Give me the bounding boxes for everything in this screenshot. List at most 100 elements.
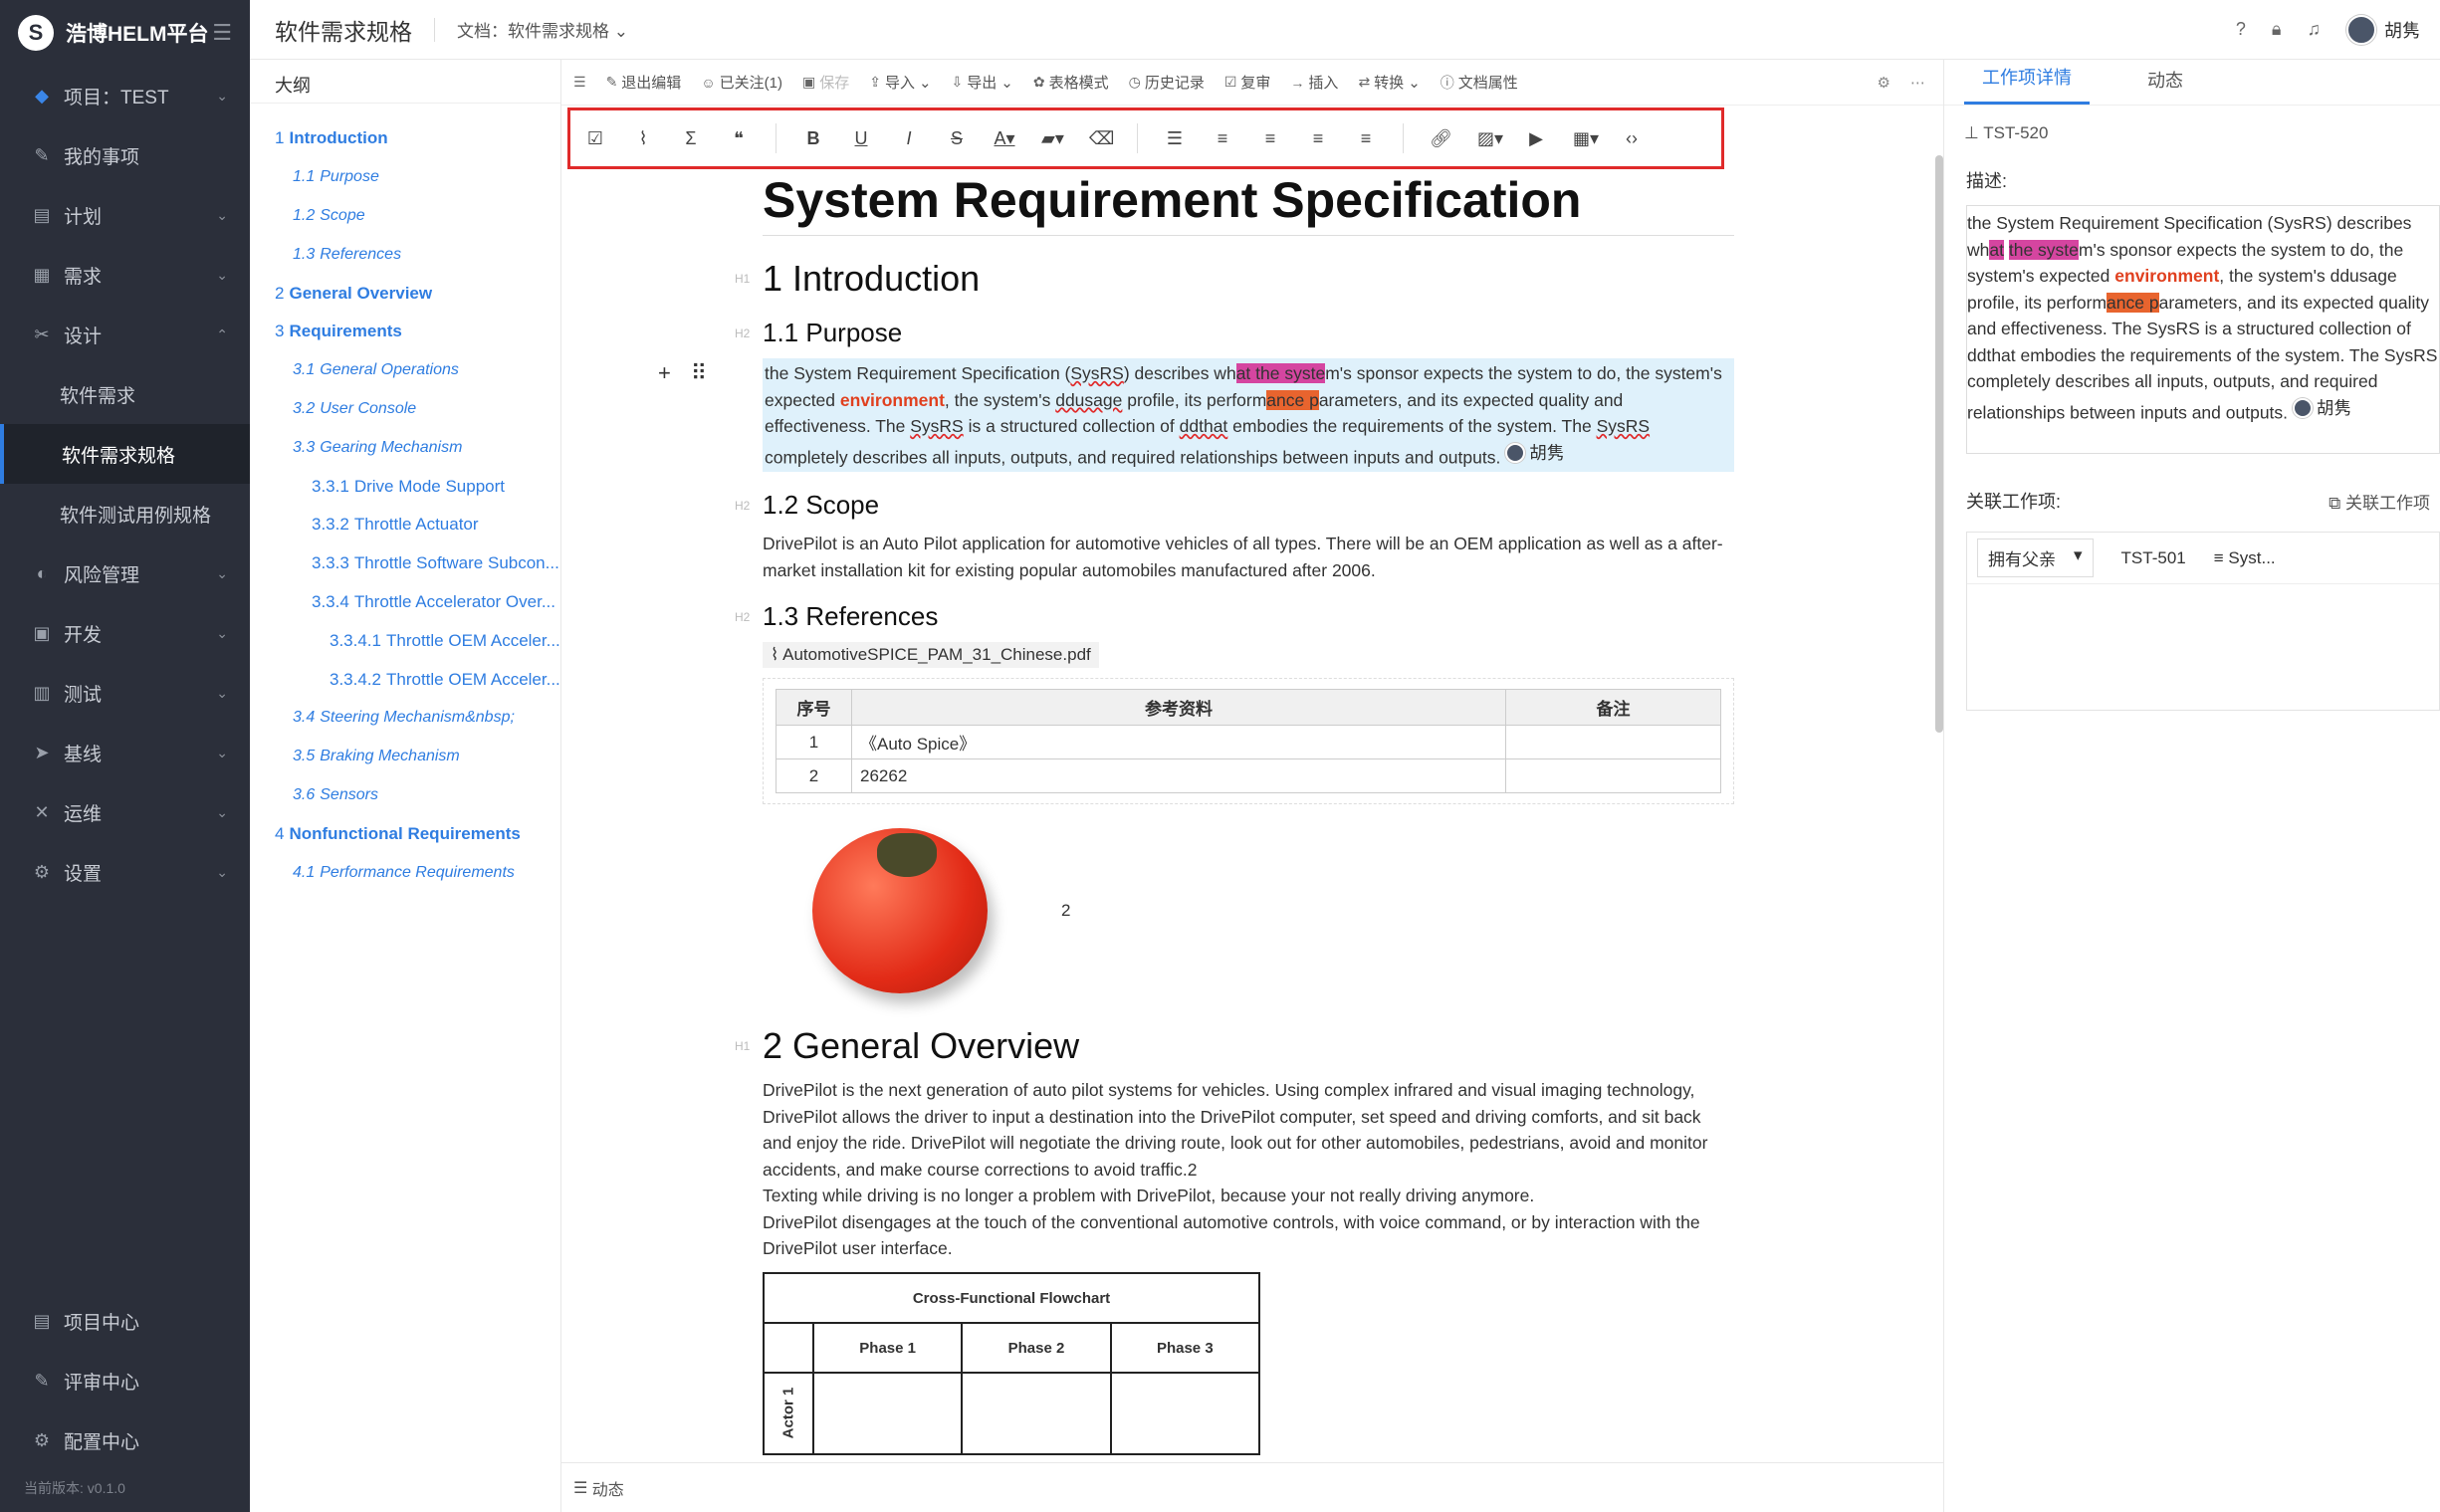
nav-ops[interactable]: ✕ 运维 ⌄ <box>0 782 250 842</box>
bold-icon[interactable]: B <box>802 128 824 149</box>
table-cell[interactable]: 26262 <box>851 758 1506 794</box>
nav-dev[interactable]: ▣ 开发 ⌄ <box>0 603 250 663</box>
review-button[interactable]: ☑ 复审 <box>1224 72 1271 93</box>
tab-work-item-details[interactable]: 工作项详情 <box>1964 64 2090 105</box>
overview-paragraph[interactable]: DrivePilot is the next generation of aut… <box>763 1077 1734 1262</box>
video-icon[interactable]: ▶ <box>1525 128 1547 149</box>
list-item[interactable]: 拥有父亲 ▾ TST-501 ≡ Syst... <box>1967 533 2439 584</box>
relation-type-select[interactable]: 拥有父亲 ▾ <box>1977 539 2094 577</box>
attachment-icon[interactable]: ⌇ <box>632 128 654 149</box>
nav-settings[interactable]: ⚙ 设置 ⌄ <box>0 842 250 902</box>
nav-sub-software-test-spec[interactable]: 软件测试用例规格 <box>0 484 250 543</box>
outline-item[interactable]: 3.2 User Console <box>250 390 560 429</box>
add-block-icon[interactable]: + <box>658 360 671 387</box>
outline-item[interactable]: 3.1 General Operations <box>250 351 560 390</box>
convert-button[interactable]: ⇄ 转换 ⌄ <box>1358 72 1420 93</box>
nav-risk[interactable]: ◐ 风险管理 ⌄ <box>0 543 250 603</box>
history-button[interactable]: ◷ 历史记录 <box>1129 72 1205 93</box>
table-mode-button[interactable]: ✿ 表格模式 <box>1033 72 1109 93</box>
nav-my-items[interactable]: ✎ 我的事项 <box>0 125 250 185</box>
doc-props-button[interactable]: ⓘ 文档属性 <box>1441 72 1518 93</box>
nav-project-center[interactable]: ▤ 项目中心 <box>0 1291 250 1351</box>
activity-footer[interactable]: ☰ 动态 <box>561 1462 1943 1512</box>
lock-icon[interactable]: 🔒︎ <box>2272 19 2282 40</box>
settings-icon[interactable]: ⚙ <box>1878 74 1890 92</box>
document-switcher[interactable]: 文档：软件需求规格 ⌄ <box>457 17 628 42</box>
nav-sub-software-req-spec[interactable]: 软件需求规格 <box>0 424 250 484</box>
user-menu[interactable]: 胡隽 <box>2346 14 2420 45</box>
table-cell[interactable]: 《Auto Spice》 <box>851 725 1506 760</box>
export-button[interactable]: ⇩ 导出 ⌄ <box>952 72 1013 93</box>
collapse-menu-icon[interactable]: ☰ <box>212 20 232 46</box>
outline-toggle-button[interactable]: ☰ <box>573 74 586 91</box>
description-field[interactable]: the System Requirement Specification (Sy… <box>1966 205 2440 454</box>
exit-edit-button[interactable]: ✎ 退出编辑 <box>606 72 682 93</box>
highlight-icon[interactable]: ▰▾ <box>1041 128 1064 149</box>
heading-introduction[interactable]: H1 1 Introduction <box>735 258 1734 300</box>
code-icon[interactable]: ‹› <box>1621 128 1643 149</box>
link-work-item-button[interactable]: ⧉ 关联工作项 <box>2329 489 2430 514</box>
bell-icon[interactable]: ♫ <box>2308 19 2322 40</box>
heading-scope[interactable]: H2 1.2 Scope <box>735 490 1734 521</box>
table-cell[interactable]: 2 <box>776 758 852 794</box>
outline-item[interactable]: 1.1 Purpose <box>250 158 560 197</box>
link-icon[interactable]: 🔗︎ <box>1430 128 1452 149</box>
outline-item[interactable]: 3.3.3 Throttle Software Subcon... <box>250 544 560 583</box>
related-title[interactable]: ≡ Syst... <box>2214 548 2276 568</box>
formula-icon[interactable]: Σ <box>680 128 702 149</box>
table-cell[interactable]: 1 <box>776 725 852 760</box>
bullet-list-icon[interactable]: ☰ <box>1164 128 1186 149</box>
table-icon[interactable]: ▦▾ <box>1573 128 1599 149</box>
align-right-icon[interactable]: ≡ <box>1307 128 1329 149</box>
cross-functional-flowchart[interactable]: Cross-Functional Flowchart Phase 1 Phase… <box>763 1271 1260 1455</box>
outline-item[interactable]: 3 Requirements <box>250 313 560 351</box>
italic-icon[interactable]: I <box>898 128 920 149</box>
image-icon[interactable]: ▨▾ <box>1477 128 1503 149</box>
heading-general-overview[interactable]: H1 2 General Overview <box>735 1025 1734 1067</box>
underline-icon[interactable]: U <box>850 128 872 149</box>
numbered-list-icon[interactable]: ≡ <box>1212 128 1233 149</box>
nav-design[interactable]: ✂ 设计 ⌃ <box>0 305 250 364</box>
eraser-icon[interactable]: ⌫ <box>1089 128 1114 149</box>
nav-review-center[interactable]: ✎ 评审中心 <box>0 1351 250 1410</box>
save-button[interactable]: ▣ 保存 <box>802 72 849 93</box>
checkbox-icon[interactable]: ☑ <box>584 128 606 149</box>
outline-item[interactable]: 3.5 Braking Mechanism <box>250 738 560 776</box>
nav-test[interactable]: ▥ 测试 ⌄ <box>0 663 250 723</box>
import-button[interactable]: ⇪ 导入 ⌄ <box>869 72 931 93</box>
drag-handle-icon[interactable]: ⠿ <box>691 360 707 387</box>
nav-baseline[interactable]: ➤ 基线 ⌄ <box>0 723 250 782</box>
outline-item[interactable]: 3.6 Sensors <box>250 776 560 815</box>
table-cell[interactable] <box>1505 758 1721 794</box>
purpose-paragraph[interactable]: + ⠿ the System Requirement Specification … <box>658 358 1734 473</box>
nav-requirements[interactable]: ▦ 需求 ⌄ <box>0 245 250 305</box>
scope-paragraph[interactable]: DrivePilot is an Auto Pilot application … <box>763 531 1734 583</box>
outline-item[interactable]: 4 Nonfunctional Requirements <box>250 814 560 853</box>
outline-item[interactable]: 2 General Overview <box>250 274 560 313</box>
nav-config-center[interactable]: ⚙ 配置中心 <box>0 1410 250 1470</box>
attachment-chip[interactable]: ⌇ AutomotiveSPICE_PAM_31_Chinese.pdf <box>763 642 1099 669</box>
outline-item[interactable]: 3.3 Gearing Mechanism <box>250 428 560 467</box>
vertical-scrollbar[interactable] <box>1935 155 1943 733</box>
align-center-icon[interactable]: ≡ <box>1355 128 1377 149</box>
quote-icon[interactable]: ❝ <box>728 128 750 149</box>
font-color-icon[interactable]: A▾ <box>994 128 1015 149</box>
more-icon[interactable]: ⋯ <box>1910 74 1925 92</box>
outline-item[interactable]: 3.3.4 Throttle Accelerator Over... <box>250 583 560 622</box>
align-left-icon[interactable]: ≡ <box>1259 128 1281 149</box>
outline-item[interactable]: 1.3 References <box>250 235 560 274</box>
persimmon-image[interactable] <box>763 818 1055 1004</box>
nav-plan[interactable]: ▤ 计划 ⌄ <box>0 185 250 245</box>
outline-item[interactable]: 3.3.2 Throttle Actuator <box>250 506 560 544</box>
user-mention[interactable]: 胡隽 <box>2292 395 2351 422</box>
user-mention[interactable]: 胡隽 <box>1505 440 1564 467</box>
insert-button[interactable]: → 插入 <box>1290 72 1338 93</box>
table-cell[interactable] <box>1505 725 1721 760</box>
outline-item[interactable]: 3.4 Steering Mechanism&nbsp; <box>250 699 560 738</box>
document-title[interactable]: System Requirement Specification <box>763 171 1734 236</box>
outline-item[interactable]: 3.3.4.1 Throttle OEM Acceler... <box>250 621 560 660</box>
strikethrough-icon[interactable]: S <box>946 128 968 149</box>
help-icon[interactable]: ? <box>2236 19 2246 40</box>
project-selector[interactable]: ◆ 项目：TEST ⌄ <box>0 66 250 125</box>
outline-item[interactable]: 3.3.1 Drive Mode Support <box>250 467 560 506</box>
